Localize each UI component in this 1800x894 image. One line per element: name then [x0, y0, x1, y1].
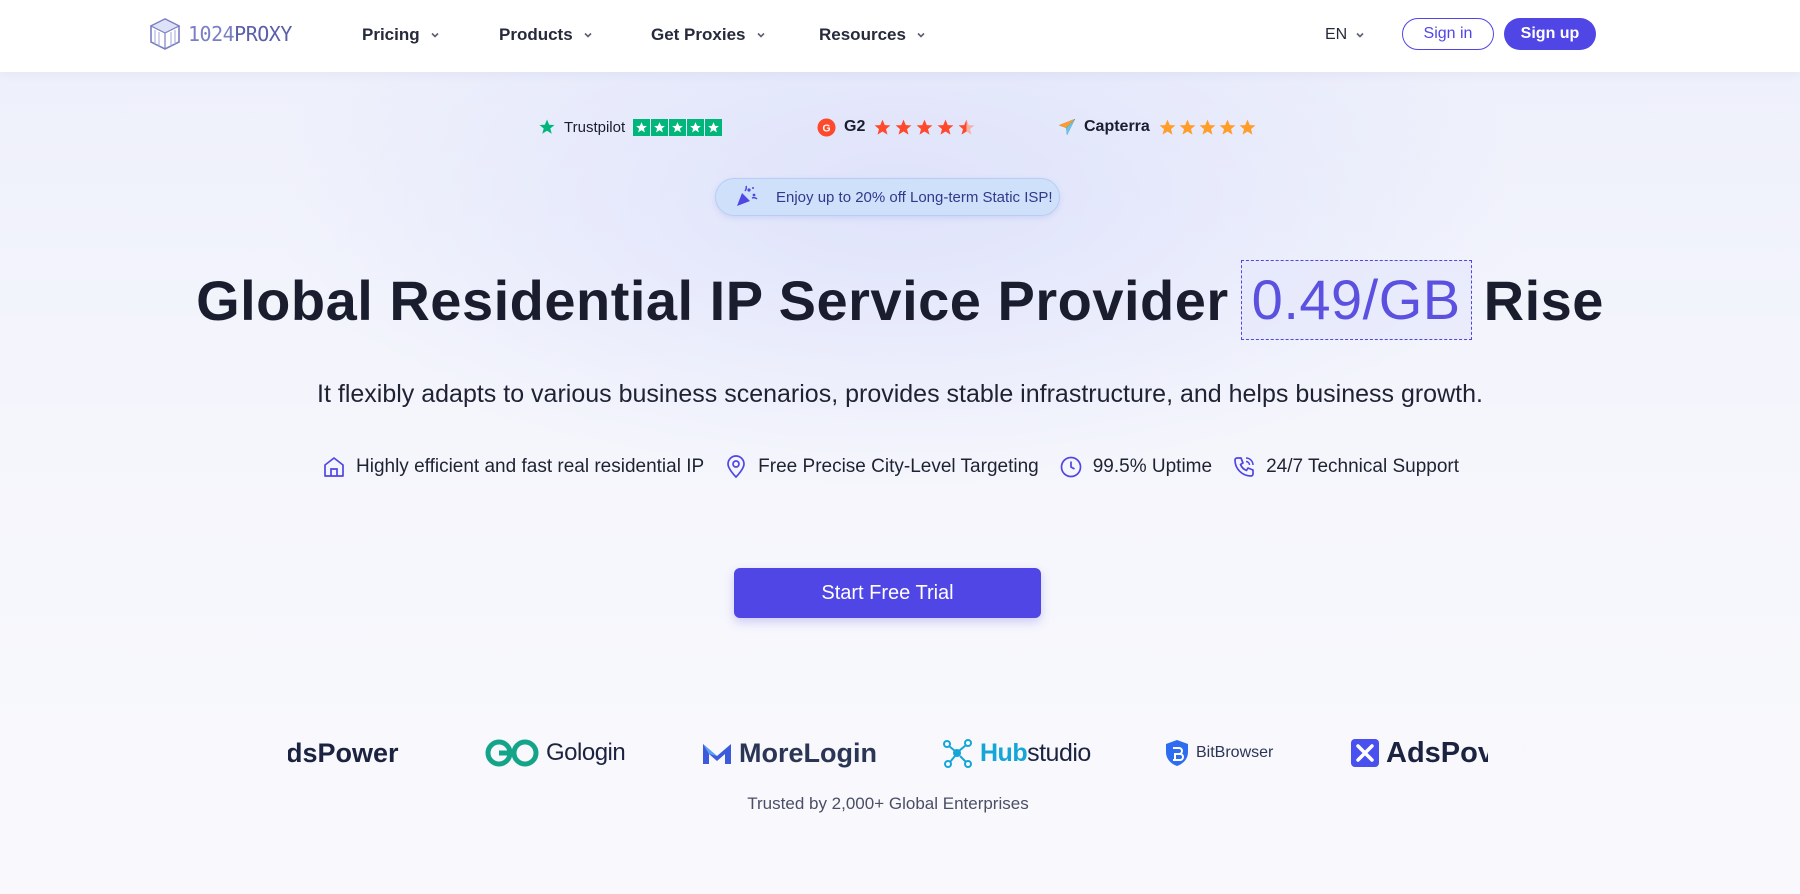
svg-text:G: G — [822, 123, 830, 134]
capterra-label: Capterra — [1084, 118, 1150, 135]
logo-number: 1024 — [188, 22, 235, 46]
start-free-trial-button[interactable]: Start Free Trial — [734, 568, 1041, 618]
location-pin-icon — [727, 455, 746, 479]
nav-pricing[interactable]: Pricing — [362, 23, 440, 47]
headline-highlight: 0.49/GB — [1240, 260, 1472, 340]
chevron-down-icon — [431, 32, 439, 38]
g2-stars — [873, 118, 976, 137]
gologin-logo: Gologin — [484, 726, 626, 780]
phone-icon — [1234, 457, 1254, 477]
feature-item: 99.5% Uptime — [1059, 455, 1212, 479]
sign-up-button[interactable]: Sign up — [1504, 18, 1596, 50]
feature-label: 99.5% Uptime — [1092, 456, 1213, 477]
feature-label: Free Precise City-Level Targeting — [758, 456, 1039, 477]
hubstudio-mark-icon — [943, 739, 972, 768]
g2-label: G2 — [844, 118, 866, 135]
nav-products-label: Products — [499, 25, 573, 44]
star-icon — [669, 118, 687, 136]
sign-in-button[interactable]: Sign in — [1402, 18, 1494, 50]
star-icon — [687, 118, 705, 136]
star-icon — [633, 118, 651, 136]
half-star-icon — [958, 119, 975, 135]
chevron-down-icon — [756, 32, 765, 38]
star-icon — [1159, 119, 1176, 135]
headline-end: Rise — [1483, 268, 1604, 332]
nav-products[interactable]: Products — [499, 23, 593, 47]
capterra-logo-icon — [1058, 118, 1076, 136]
gologin-mark-icon — [485, 739, 539, 767]
adspower-logo: dsPower — [288, 726, 399, 780]
gologin-logo-text: Gologin — [546, 739, 626, 766]
hubstudio-logo-text-a: Hub — [980, 738, 1028, 767]
language-selector[interactable]: EN — [1325, 23, 1365, 47]
brand-logo[interactable]: 1024PROXY — [148, 16, 292, 52]
morelogin-logo-text: MoreLogin — [739, 737, 877, 768]
nav-resources-label: Resources — [819, 25, 906, 44]
top-navbar: 1024PROXY Pricing Products Get Proxies R… — [0, 0, 1800, 72]
hubstudio-logo: Hubstudio — [942, 726, 1091, 780]
home-icon — [324, 457, 344, 477]
star-icon — [937, 119, 954, 135]
promo-banner[interactable]: Enjoy up to 20% off Long-term Static ISP… — [715, 178, 1060, 216]
logo-word: PROXY — [234, 22, 292, 46]
nav-pricing-label: Pricing — [362, 25, 420, 44]
bitbrowser-shield-icon — [1166, 740, 1188, 766]
chevron-down-icon — [1356, 32, 1364, 38]
language-label: EN — [1325, 26, 1348, 43]
nav-get-proxies[interactable]: Get Proxies — [651, 23, 766, 47]
nav-get-proxies-label: Get Proxies — [651, 25, 746, 44]
chevron-down-icon — [584, 32, 592, 38]
capterra-rating[interactable]: Capterra — [1058, 114, 1257, 140]
star-icon — [1219, 119, 1236, 135]
trustpilot-stars — [633, 118, 723, 136]
capterra-stars — [1158, 118, 1257, 137]
star-icon — [705, 118, 723, 136]
nav-resources[interactable]: Resources — [819, 23, 926, 47]
hubstudio-logo-text-b: studio — [1027, 738, 1091, 767]
headline-start: Global Residential IP Service Provider — [196, 268, 1229, 332]
feature-item: 24/7 Technical Support — [1232, 455, 1459, 479]
star-icon — [874, 119, 891, 135]
chevron-down-icon — [917, 32, 925, 38]
promo-text: Enjoy up to 20% off Long-term Static ISP… — [776, 188, 1053, 206]
bitbrowser-logo: BitBrowser — [1164, 726, 1273, 780]
trusted-by-caption: Trusted by 2,000+ Global Enterprises — [747, 794, 1029, 813]
adspower-logo-repeat: AdsPov — [1350, 726, 1488, 780]
party-popper-icon — [737, 185, 758, 206]
partner-logos-strip: dsPower Gologin MoreLogin Hubstudio BitB… — [288, 726, 1488, 780]
clock-icon — [1060, 456, 1082, 478]
star-icon — [895, 119, 912, 135]
g2-rating[interactable]: G G2 — [817, 114, 976, 140]
logo-wordmark: 1024PROXY — [188, 22, 292, 46]
morelogin-logo: MoreLogin — [701, 726, 877, 780]
morelogin-mark-icon — [703, 744, 731, 764]
adspower-repeat-logo-text: AdsPov — [1386, 736, 1488, 769]
trustpilot-label: Trustpilot — [564, 118, 626, 136]
hero-headline: Global Residential IP Service Provider 0… — [0, 258, 1800, 342]
feature-label: Highly efficient and fast real residenti… — [356, 456, 705, 477]
hero-subtitle: It flexibly adapts to various business s… — [317, 380, 1483, 408]
star-icon — [1199, 119, 1216, 135]
hubstudio-logo-text: Hubstudio — [980, 739, 1091, 768]
feature-item: Free Precise City-Level Targeting — [724, 455, 1039, 479]
feature-item: Highly efficient and fast real residenti… — [322, 455, 704, 479]
g2-logo-icon: G — [817, 117, 836, 137]
feature-list: Highly efficient and fast real residenti… — [322, 452, 1479, 482]
trustpilot-rating[interactable]: Trustpilot — [538, 114, 723, 140]
feature-label: 24/7 Technical Support — [1266, 456, 1460, 477]
adspower-logo-text: dsPower — [288, 737, 399, 768]
adspower-mark-icon — [1351, 739, 1379, 767]
star-icon — [1239, 119, 1256, 135]
trustpilot-star-icon — [539, 119, 555, 134]
bitbrowser-logo-text: BitBrowser — [1196, 744, 1274, 761]
star-icon — [916, 119, 933, 135]
star-icon — [1179, 119, 1196, 135]
star-icon — [651, 118, 669, 136]
cube-logo-icon — [149, 18, 181, 50]
